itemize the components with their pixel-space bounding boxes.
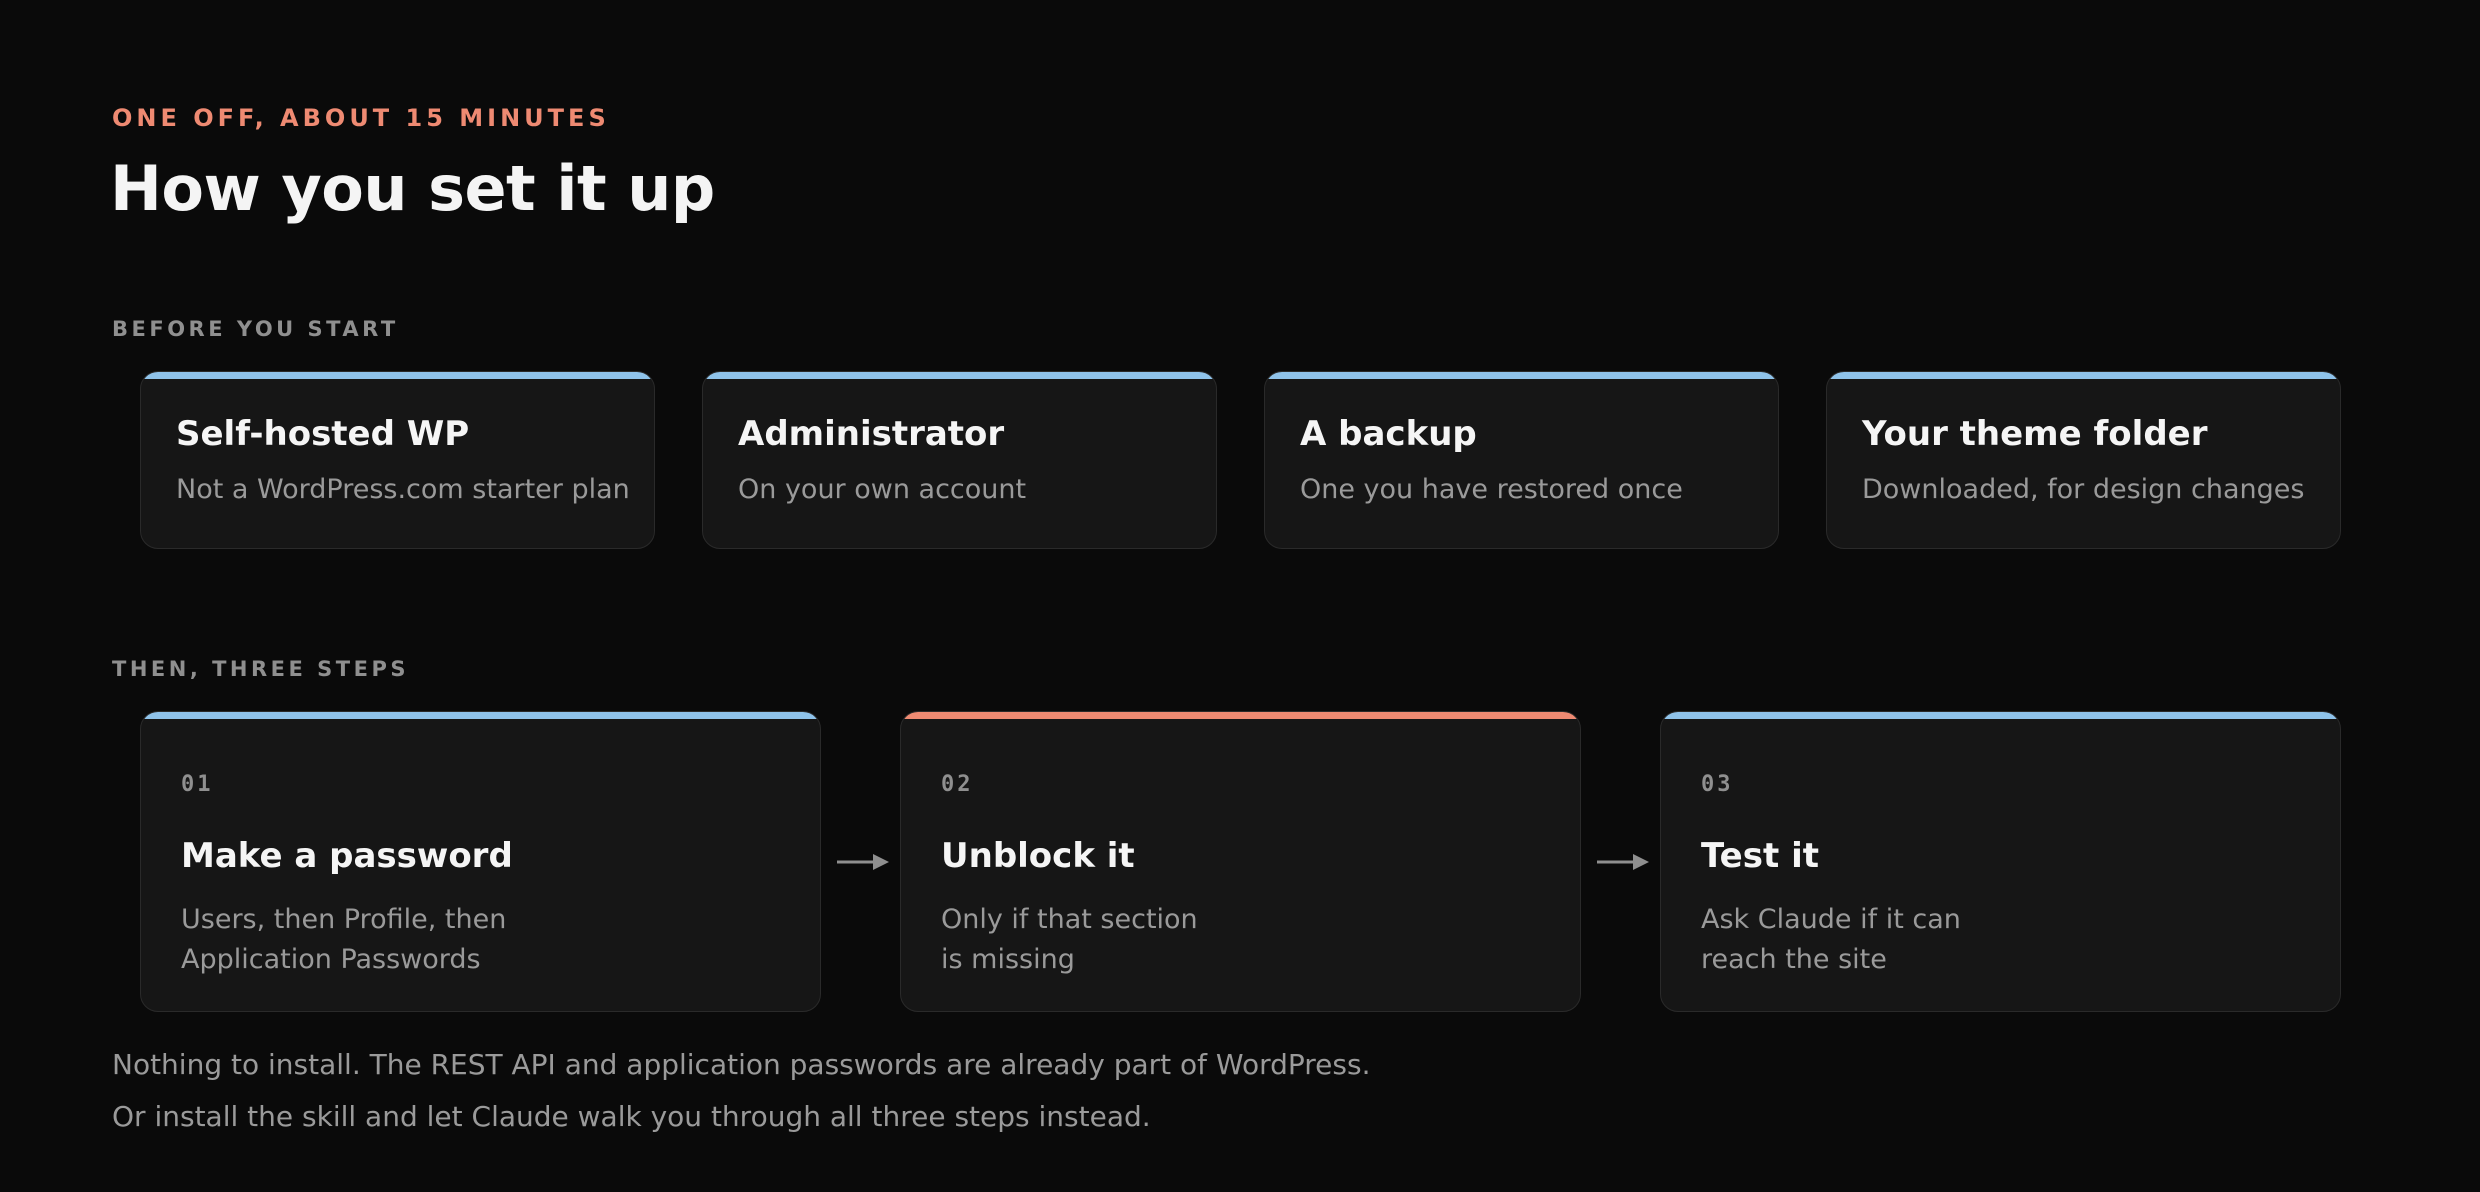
- arrow-right-icon: [1597, 854, 1649, 870]
- section-label-before-you-start: BEFORE YOU START: [112, 317, 399, 341]
- section-label-three-steps: THEN, THREE STEPS: [112, 657, 409, 681]
- footer-note-skill: Or install the skill and let Claude walk…: [112, 1100, 1151, 1133]
- prerequisite-card-theme-folder: Your theme folder Downloaded, for design…: [1826, 371, 2341, 549]
- step-description-line: Only if that section: [941, 904, 1198, 935]
- prerequisite-subtitle: Not a WordPress.com starter plan: [176, 474, 630, 505]
- prerequisite-subtitle: One you have restored once: [1300, 474, 1683, 505]
- step-card-unblock: 02 Unblock it Only if that section is mi…: [900, 711, 1581, 1012]
- prerequisite-title: A backup: [1300, 414, 1477, 454]
- step-description: Users, then Profile, then Application Pa…: [181, 900, 506, 980]
- prerequisite-card-backup: A backup One you have restored once: [1264, 371, 1779, 549]
- prerequisite-card-administrator: Administrator On your own account: [702, 371, 1217, 549]
- step-description-line: Ask Claude if it can: [1701, 904, 1961, 935]
- step-description-line: reach the site: [1701, 944, 1887, 975]
- prerequisite-card-self-hosted: Self-hosted WP Not a WordPress.com start…: [140, 371, 655, 549]
- step-number: 02: [941, 772, 974, 797]
- step-description: Only if that section is missing: [941, 900, 1198, 980]
- step-description-line: is missing: [941, 944, 1075, 975]
- page-title: How you set it up: [110, 152, 715, 225]
- step-number: 01: [181, 772, 214, 797]
- prerequisite-title: Administrator: [738, 414, 1005, 454]
- step-title: Make a password: [181, 836, 513, 876]
- step-description-line: Users, then Profile, then: [181, 904, 507, 935]
- eyebrow-label: ONE OFF, ABOUT 15 MINUTES: [112, 104, 610, 132]
- arrow-right-icon: [837, 854, 889, 870]
- prerequisite-title: Self-hosted WP: [176, 414, 470, 454]
- step-description-line: Application Passwords: [181, 944, 481, 975]
- prerequisite-subtitle: Downloaded, for design changes: [1862, 474, 2305, 505]
- footer-note: Nothing to install. The REST API and app…: [112, 1048, 1371, 1081]
- step-card-test: 03 Test it Ask Claude if it can reach th…: [1660, 711, 2341, 1012]
- step-number: 03: [1701, 772, 1734, 797]
- step-title: Unblock it: [941, 836, 1135, 876]
- prerequisite-title: Your theme folder: [1862, 414, 2208, 454]
- step-description: Ask Claude if it can reach the site: [1701, 900, 1961, 980]
- step-title: Test it: [1701, 836, 1819, 876]
- step-card-make-password: 01 Make a password Users, then Profile, …: [140, 711, 821, 1012]
- prerequisite-subtitle: On your own account: [738, 474, 1027, 505]
